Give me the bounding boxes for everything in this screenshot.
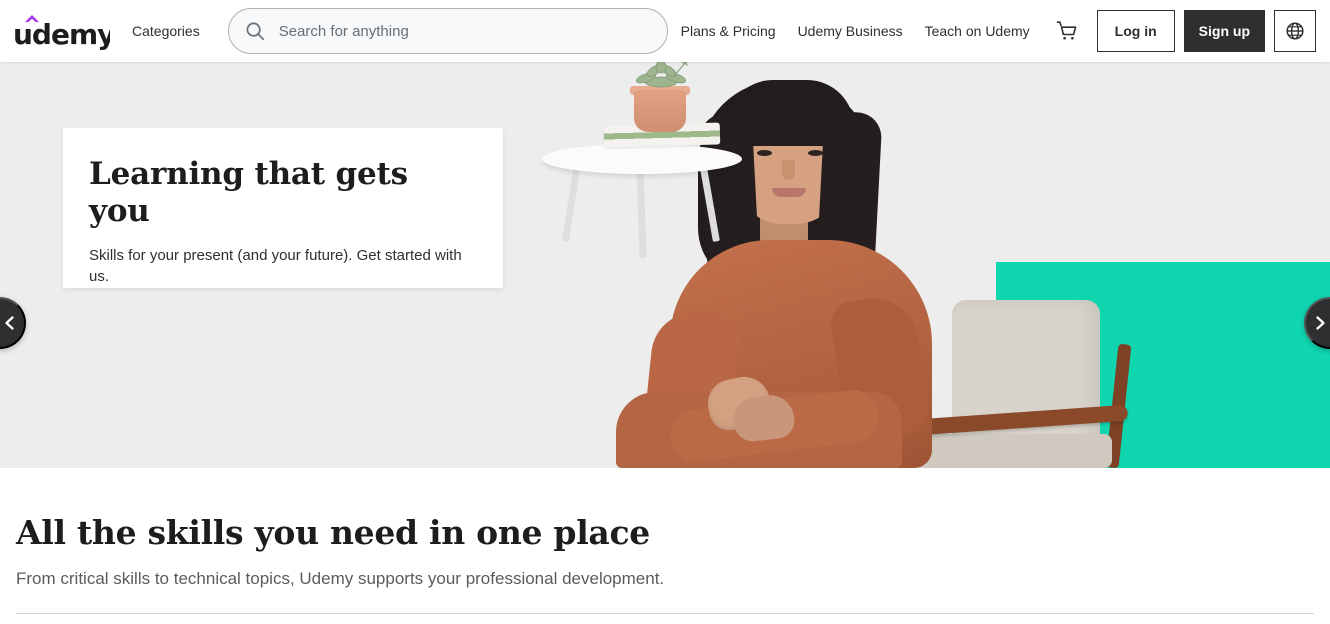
- nav-link-teach-on-udemy[interactable]: Teach on Udemy: [914, 23, 1041, 39]
- udemy-logo[interactable]: udemy: [12, 11, 110, 51]
- hero-subtitle: Skills for your present (and your future…: [89, 247, 462, 286]
- cart-button[interactable]: [1041, 19, 1091, 43]
- section-divider: [16, 613, 1314, 614]
- hero-image: [520, 62, 1180, 468]
- search-input[interactable]: [278, 9, 651, 53]
- nav-link-plans-pricing[interactable]: Plans & Pricing: [670, 23, 787, 39]
- plant-pot: [634, 90, 686, 132]
- nav-categories[interactable]: Categories: [132, 23, 200, 39]
- chevron-right-icon: [1316, 316, 1325, 330]
- hero-title: Learning that gets you: [89, 156, 408, 229]
- header-nav: Plans & Pricing Udemy Business Teach on …: [670, 10, 1316, 52]
- carousel-prev-button[interactable]: [0, 297, 26, 349]
- language-selector-button[interactable]: [1274, 10, 1316, 52]
- skills-title: All the skills you need in one place: [16, 513, 651, 552]
- side-table-leg-left: [561, 161, 582, 243]
- globe-icon: [1286, 22, 1304, 40]
- person-mouth: [772, 188, 806, 197]
- search-bar[interactable]: [227, 8, 668, 54]
- succulent-plant-icon: [636, 62, 688, 88]
- login-button[interactable]: Log in: [1096, 10, 1175, 52]
- search-icon: [246, 22, 264, 41]
- hero-text-card: Learning that gets you Skills for your p…: [63, 128, 503, 288]
- site-header: udemy Categories Plans & Pricing Udemy B…: [0, 0, 1330, 62]
- side-table-leg-center: [636, 165, 647, 259]
- skills-subtitle: From critical skills to technical topics…: [16, 568, 665, 588]
- udemy-logo-icon: udemy: [13, 15, 110, 51]
- person-eye-left: [757, 150, 772, 156]
- skills-section: All the skills you need in one place Fro…: [0, 468, 1330, 624]
- nav-link-udemy-business[interactable]: Udemy Business: [787, 23, 914, 39]
- svg-text:udemy: udemy: [13, 18, 110, 51]
- person-eye-right: [808, 150, 823, 156]
- chevron-left-icon: [5, 316, 14, 330]
- person-nose: [782, 160, 795, 180]
- hero-carousel: Learning that gets you Skills for your p…: [0, 62, 1330, 468]
- side-table-top: [542, 144, 742, 174]
- shopping-cart-icon: [1056, 21, 1077, 40]
- signup-button[interactable]: Sign up: [1183, 10, 1265, 52]
